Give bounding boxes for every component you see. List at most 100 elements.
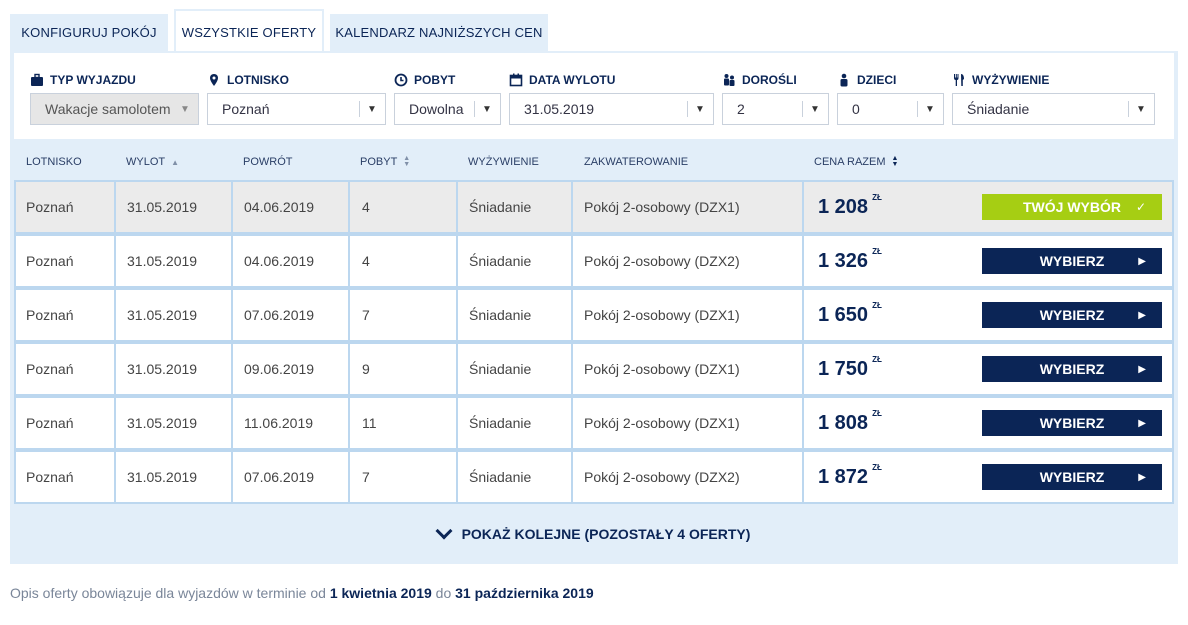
tab-configure-room[interactable]: KONFIGURUJ POKÓJ (10, 14, 168, 51)
table-row[interactable]: Poznań 31.05.2019 11.06.2019 11 Śniadani… (14, 396, 1174, 450)
divider (571, 398, 573, 448)
chevron-down-icon[interactable]: ▼ (359, 94, 385, 124)
row-board: Śniadanie (469, 199, 532, 215)
col-return: POWRÓT (243, 147, 293, 177)
chevron-down-icon[interactable]: ▼ (687, 94, 713, 124)
show-more-button[interactable]: POKAŻ KOLEJNE (POZOSTAŁY 4 OFERTY) (10, 519, 1178, 549)
price-value: 1 872 (818, 465, 869, 488)
stay-select[interactable]: Dowolna ▼ (394, 93, 501, 125)
row-departure: 31.05.2019 (127, 469, 198, 485)
divider (802, 344, 804, 394)
divider (348, 182, 350, 232)
departure-date-select[interactable]: 31.05.2019 ▼ (509, 93, 714, 125)
select-offer-button[interactable]: WYBIERZ ▶ (982, 464, 1162, 490)
col-board: WYŻYWIENIE (468, 147, 539, 177)
col-board-label: WYŻYWIENIE (468, 156, 539, 168)
col-departure-label: WYLOT (126, 156, 166, 168)
row-stay: 4 (362, 199, 370, 215)
child-icon (840, 73, 848, 87)
table-row[interactable]: Poznań 31.05.2019 07.06.2019 7 Śniadanie… (14, 288, 1174, 342)
adults-label-text: DOROŚLI (742, 73, 797, 87)
chevron-down-icon (435, 522, 453, 540)
airport-value: Poznań (222, 101, 270, 117)
select-label: WYBIERZ (1039, 469, 1105, 485)
col-accommodation-label: ZAKWATEROWANIE (584, 156, 689, 168)
calendar-icon (509, 73, 523, 87)
select-offer-button[interactable]: WYBIERZ ▶ (982, 410, 1162, 436)
chevron-down-icon[interactable]: ▼ (1128, 94, 1154, 124)
currency-label: ZŁ (872, 462, 882, 472)
select-offer-button[interactable]: WYBIERZ ▶ (982, 248, 1162, 274)
clock-icon (394, 73, 408, 87)
currency-label: ZŁ (872, 192, 882, 202)
divider (456, 452, 458, 502)
show-more-label: POKAŻ KOLEJNE (POZOSTAŁY 4 OFERTY) (461, 526, 751, 542)
play-arrow-icon: ▶ (1138, 309, 1146, 321)
children-select[interactable]: 0 ▼ (837, 93, 944, 125)
board-select[interactable]: Śniadanie ▼ (952, 93, 1155, 125)
row-stay: 9 (362, 361, 370, 377)
col-stay[interactable]: POBYT ▲ ▼ (360, 147, 410, 177)
divider (114, 182, 116, 232)
table-row[interactable]: Poznań 31.05.2019 09.06.2019 9 Śniadanie… (14, 342, 1174, 396)
row-room: Pokój 2-osobowy (DZX1) (584, 199, 740, 215)
row-return: 07.06.2019 (244, 469, 315, 485)
adults-icon (724, 74, 735, 86)
divider (571, 182, 573, 232)
table-row[interactable]: Poznań 31.05.2019 04.06.2019 4 Śniadanie… (14, 234, 1174, 288)
row-room: Pokój 2-osobowy (DZX2) (584, 469, 740, 485)
trip-type-value: Wakacje samolotem (45, 101, 171, 117)
sort-icon[interactable]: ▲ ▼ (403, 155, 410, 168)
col-departure[interactable]: WYLOT ▲ (126, 147, 179, 177)
row-departure: 31.05.2019 (127, 415, 198, 431)
play-arrow-icon: ▶ (1138, 417, 1146, 429)
select-offer-button[interactable]: WYBIERZ ▶ (982, 302, 1162, 328)
tab-all-offers[interactable]: WSZYSTKIE OFERTY (174, 9, 324, 53)
trip-type-label: TYP WYJAZDU (30, 73, 136, 87)
your-choice-button[interactable]: TWÓJ WYBÓR ✓ (982, 194, 1162, 220)
divider (114, 452, 116, 502)
row-board: Śniadanie (469, 415, 532, 431)
trip-type-label-text: TYP WYJAZDU (50, 73, 136, 87)
divider (348, 236, 350, 286)
row-return: 04.06.2019 (244, 253, 315, 269)
sort-asc-icon[interactable]: ▲ (171, 158, 179, 167)
row-price: 1 208 ZŁ (818, 182, 882, 232)
table-row[interactable]: Poznań 31.05.2019 04.06.2019 4 Śniadanie… (14, 180, 1174, 234)
select-offer-button[interactable]: WYBIERZ ▶ (982, 356, 1162, 382)
row-stay: 7 (362, 469, 370, 485)
currency-label: ZŁ (872, 408, 882, 418)
row-airport: Poznań (26, 253, 74, 269)
row-price: 1 326 ZŁ (818, 236, 882, 286)
row-departure: 31.05.2019 (127, 361, 198, 377)
note-date-to: 31 października 2019 (455, 585, 594, 601)
table-row[interactable]: Poznań 31.05.2019 07.06.2019 7 Śniadanie… (14, 450, 1174, 504)
row-room: Pokój 2-osobowy (DZX1) (584, 361, 740, 377)
sort-icon[interactable]: ▲ ▼ (892, 155, 899, 168)
chevron-down-icon[interactable]: ▼ (474, 94, 500, 124)
trip-type-select: Wakacje samolotem ▼ (30, 93, 199, 125)
price-value: 1 208 (818, 195, 869, 218)
offer-validity-note: Opis oferty obowiązuje dla wyjazdów w te… (10, 585, 594, 601)
play-arrow-icon: ▶ (1138, 255, 1146, 267)
divider (802, 236, 804, 286)
select-label: WYBIERZ (1039, 307, 1105, 323)
departure-date-label: DATA WYLOTU (509, 73, 615, 87)
currency-label: ZŁ (872, 354, 882, 364)
children-value: 0 (852, 101, 860, 117)
your-choice-label: TWÓJ WYBÓR (1023, 199, 1121, 215)
col-price[interactable]: CENA RAZEM ▲ ▼ (814, 147, 898, 177)
adults-select[interactable]: 2 ▼ (722, 93, 829, 125)
cutlery-icon (954, 74, 964, 86)
divider (571, 290, 573, 340)
divider (348, 290, 350, 340)
tab-lowest-price-calendar[interactable]: KALENDARZ NAJNIŻSZYCH CEN (330, 14, 548, 51)
row-board: Śniadanie (469, 253, 532, 269)
chevron-down-icon[interactable]: ▼ (917, 94, 943, 124)
divider (456, 290, 458, 340)
divider (231, 398, 233, 448)
chevron-down-icon[interactable]: ▼ (802, 94, 828, 124)
suitcase-icon (31, 73, 43, 86)
row-board: Śniadanie (469, 307, 532, 323)
airport-select[interactable]: Poznań ▼ (207, 93, 386, 125)
